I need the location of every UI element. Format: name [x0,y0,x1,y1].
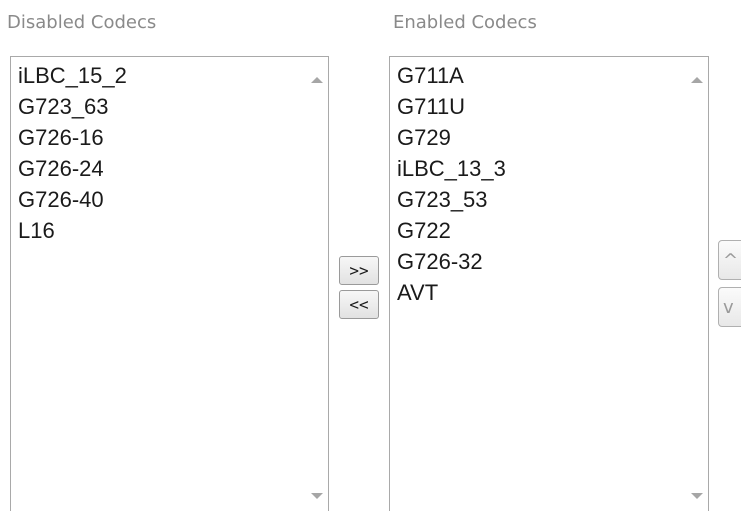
disabled-codecs-list: iLBC_15_2 G723_63 G726-16 G726-24 G726-4… [11,57,328,246]
enabled-codec-item[interactable]: G729 [397,122,708,153]
enabled-codec-item[interactable]: G711A [397,60,708,91]
disabled-codecs-label: Disabled Codecs [7,12,157,33]
codec-selector: Disabled Codecs Enabled Codecs iLBC_15_2… [0,0,741,511]
enabled-codec-item[interactable]: G726-32 [397,246,708,277]
disabled-list-scrollbar[interactable] [306,57,328,511]
move-up-button[interactable]: ^ [718,240,741,280]
enabled-list-scrollbar[interactable] [686,57,708,511]
enabled-codec-item[interactable]: iLBC_13_3 [397,153,708,184]
scroll-up-arrow-icon[interactable] [311,77,323,83]
move-to-disabled-button[interactable]: << [339,290,379,319]
disabled-codecs-listbox[interactable]: iLBC_15_2 G723_63 G726-16 G726-24 G726-4… [10,56,329,511]
disabled-codec-item[interactable]: G726-40 [18,184,328,215]
enabled-codec-item[interactable]: AVT [397,277,708,308]
enabled-codec-item[interactable]: G722 [397,215,708,246]
scroll-down-arrow-icon[interactable] [311,493,323,499]
enabled-codecs-label: Enabled Codecs [393,12,537,33]
disabled-codec-item[interactable]: G723_63 [18,91,328,122]
enabled-codecs-list: G711A G711U G729 iLBC_13_3 G723_53 G722 … [390,57,708,308]
move-to-enabled-button[interactable]: >> [339,256,379,285]
disabled-codec-item[interactable]: G726-16 [18,122,328,153]
scroll-up-arrow-icon[interactable] [691,77,703,83]
disabled-codec-item[interactable]: G726-24 [18,153,328,184]
scroll-down-arrow-icon[interactable] [691,493,703,499]
enabled-codec-item[interactable]: G723_53 [397,184,708,215]
move-down-button[interactable]: v [718,287,741,327]
disabled-codec-item[interactable]: L16 [18,215,328,246]
enabled-codecs-listbox[interactable]: G711A G711U G729 iLBC_13_3 G723_53 G722 … [389,56,709,511]
disabled-codec-item[interactable]: iLBC_15_2 [18,60,328,91]
enabled-codec-item[interactable]: G711U [397,91,708,122]
